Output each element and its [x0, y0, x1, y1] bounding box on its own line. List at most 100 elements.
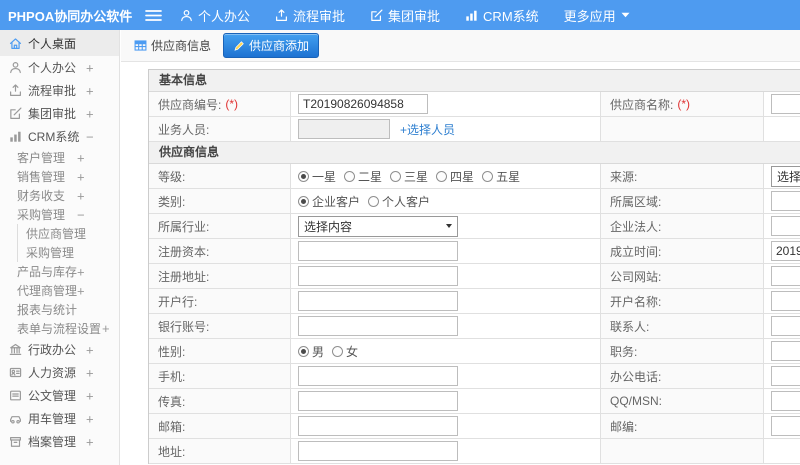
level-radio-group-option-4[interactable]: 五星	[482, 168, 520, 185]
radio-icon[interactable]	[298, 345, 309, 357]
people-icon	[9, 366, 22, 379]
email-input[interactable]	[298, 416, 458, 436]
qq-msn-input[interactable]	[771, 391, 800, 411]
bank-account-input[interactable]	[298, 316, 458, 336]
sidebar-item-label: 代理商管理	[17, 284, 78, 298]
sidebar-item-human-resources[interactable]: 人力资源 +	[0, 361, 119, 384]
registered-capital-input[interactable]	[298, 241, 458, 261]
category-radio-group-option-0[interactable]: 企业客户	[298, 193, 360, 210]
mobile-input[interactable]	[298, 366, 458, 386]
sidebar-item-agent-mgmt[interactable]: 代理商管理 +	[0, 281, 119, 300]
supplier-name-input[interactable]	[771, 94, 800, 114]
radio-icon[interactable]	[368, 195, 380, 207]
level-radio-group-option-3[interactable]: 四星	[436, 168, 474, 185]
sidebar-item-finance[interactable]: 财务收支 +	[0, 186, 119, 205]
field-label	[601, 117, 764, 141]
hamburger-menu-button[interactable]	[145, 9, 162, 22]
expand-toggle[interactable]: +	[77, 284, 85, 297]
address-input[interactable]	[298, 441, 458, 461]
choose-person-link[interactable]: +选择人员	[400, 121, 455, 138]
sidebar-item-supplier-mgmt[interactable]: 供应商管理	[17, 224, 119, 243]
sidebar-item-personal-desktop[interactable]: 个人桌面	[0, 30, 119, 56]
sidebar-item-document-mgmt[interactable]: 公文管理 +	[0, 384, 119, 407]
radio-icon[interactable]	[298, 195, 309, 207]
expand-toggle[interactable]: +	[86, 435, 94, 448]
bank-input[interactable]	[298, 291, 458, 311]
expand-toggle[interactable]: +	[77, 265, 85, 278]
level-radio-group-option-2[interactable]: 三星	[390, 168, 428, 185]
region-input[interactable]	[771, 191, 800, 211]
office-phone-input[interactable]	[771, 366, 800, 386]
field-label: QQ/MSN:	[601, 389, 764, 413]
expand-toggle[interactable]: +	[102, 322, 110, 335]
form-row: 银行账号: 联系人:	[149, 314, 800, 339]
share-icon	[275, 8, 288, 22]
nav-more-apps[interactable]: 更多应用	[564, 6, 630, 25]
sidebar-item-sales-mgmt[interactable]: 销售管理 +	[0, 167, 119, 186]
tab-strip: 供应商信息 供应商添加	[121, 30, 800, 62]
nav-group-approval[interactable]: 集团审批	[370, 6, 440, 25]
expand-toggle[interactable]: +	[86, 412, 94, 425]
sidebar-item-crm-system[interactable]: CRM系统 −	[0, 125, 119, 148]
sidebar-item-workflow-approval[interactable]: 流程审批 +	[0, 79, 119, 102]
sidebar-item-procurement-mgmt[interactable]: 采购管理	[17, 243, 119, 262]
level-radio-group-option-1[interactable]: 二星	[344, 168, 382, 185]
sidebar-item-product-inventory[interactable]: 产品与库存 +	[0, 262, 119, 281]
account-name-input[interactable]	[771, 291, 800, 311]
gender-radio-group-option-1[interactable]: 女	[332, 343, 358, 360]
radio-icon[interactable]	[482, 170, 494, 182]
nav-label: 集团审批	[388, 8, 441, 24]
sidebar-item-reports-stats[interactable]: 报表与统计	[0, 300, 119, 319]
level-radio-group-option-0[interactable]: 一星	[298, 168, 336, 185]
form-row: 业务人员: +选择人员	[149, 117, 800, 142]
radio-icon[interactable]	[298, 170, 309, 182]
supplier-code-input[interactable]	[298, 94, 428, 114]
sidebar-item-customer-mgmt[interactable]: 客户管理 +	[0, 148, 119, 167]
expand-toggle[interactable]: +	[77, 151, 85, 164]
radio-icon[interactable]	[332, 345, 344, 357]
radio-icon[interactable]	[436, 170, 448, 182]
gender-radio-group-option-0[interactable]: 男	[298, 343, 324, 360]
expand-toggle[interactable]: +	[86, 343, 94, 356]
form-row: 注册地址: 公司网站:	[149, 264, 800, 289]
founding-date-input[interactable]	[771, 241, 800, 261]
sidebar-item-form-flow-settings[interactable]: 表单与流程设置 +	[0, 319, 119, 338]
content-area: 基本信息供应商编号:(*) 供应商名称:(*) 业务人员: +选择人员供应商信息等级:…	[121, 62, 800, 465]
sidebar-item-group-approval[interactable]: 集团审批 +	[0, 102, 119, 125]
sidebar-item-vehicle-mgmt[interactable]: 用车管理 +	[0, 407, 119, 430]
nav-crm-system[interactable]: CRM系统	[465, 6, 539, 25]
field-label: 来源:	[601, 164, 764, 188]
contact-input[interactable]	[771, 316, 800, 336]
registered-address-input[interactable]	[298, 266, 458, 286]
legal-person-input[interactable]	[771, 216, 800, 236]
sidebar-item-purchase-mgmt[interactable]: 采购管理 −	[0, 205, 119, 224]
sidebar-item-label: 个人办公	[28, 61, 77, 75]
expand-toggle[interactable]: −	[77, 208, 85, 221]
source-select[interactable]: 选择内容	[771, 165, 800, 187]
sidebar-item-archive-mgmt[interactable]: 档案管理 +	[0, 430, 119, 453]
tab-supplier-add[interactable]: 供应商添加	[223, 33, 320, 58]
radio-icon[interactable]	[390, 170, 402, 182]
field-label: 邮箱:	[149, 414, 291, 438]
expand-toggle[interactable]: +	[77, 170, 85, 183]
expand-toggle[interactable]: +	[86, 389, 94, 402]
nav-workflow-approval[interactable]: 流程审批	[275, 6, 345, 25]
expand-toggle[interactable]: −	[86, 130, 94, 143]
tab-supplier-info[interactable]: 供应商信息	[134, 37, 211, 54]
fax-input[interactable]	[298, 391, 458, 411]
company-website-input[interactable]	[771, 266, 800, 286]
nav-personal-office[interactable]: 个人办公	[180, 6, 250, 25]
business-person-input[interactable]	[298, 119, 390, 139]
category-radio-group-option-1[interactable]: 个人客户	[368, 193, 430, 210]
position-input[interactable]	[771, 341, 800, 361]
expand-toggle[interactable]: +	[86, 366, 94, 379]
postcode-input[interactable]	[771, 416, 800, 436]
expand-toggle[interactable]: +	[86, 61, 94, 74]
expand-toggle[interactable]: +	[77, 189, 85, 202]
sidebar-item-personal-office[interactable]: 个人办公 +	[0, 56, 119, 79]
industry-select[interactable]: 选择内容	[298, 215, 458, 237]
expand-toggle[interactable]: +	[86, 107, 94, 120]
sidebar-item-admin-office[interactable]: 行政办公 +	[0, 338, 119, 361]
radio-icon[interactable]	[344, 170, 356, 182]
expand-toggle[interactable]: +	[86, 84, 94, 97]
